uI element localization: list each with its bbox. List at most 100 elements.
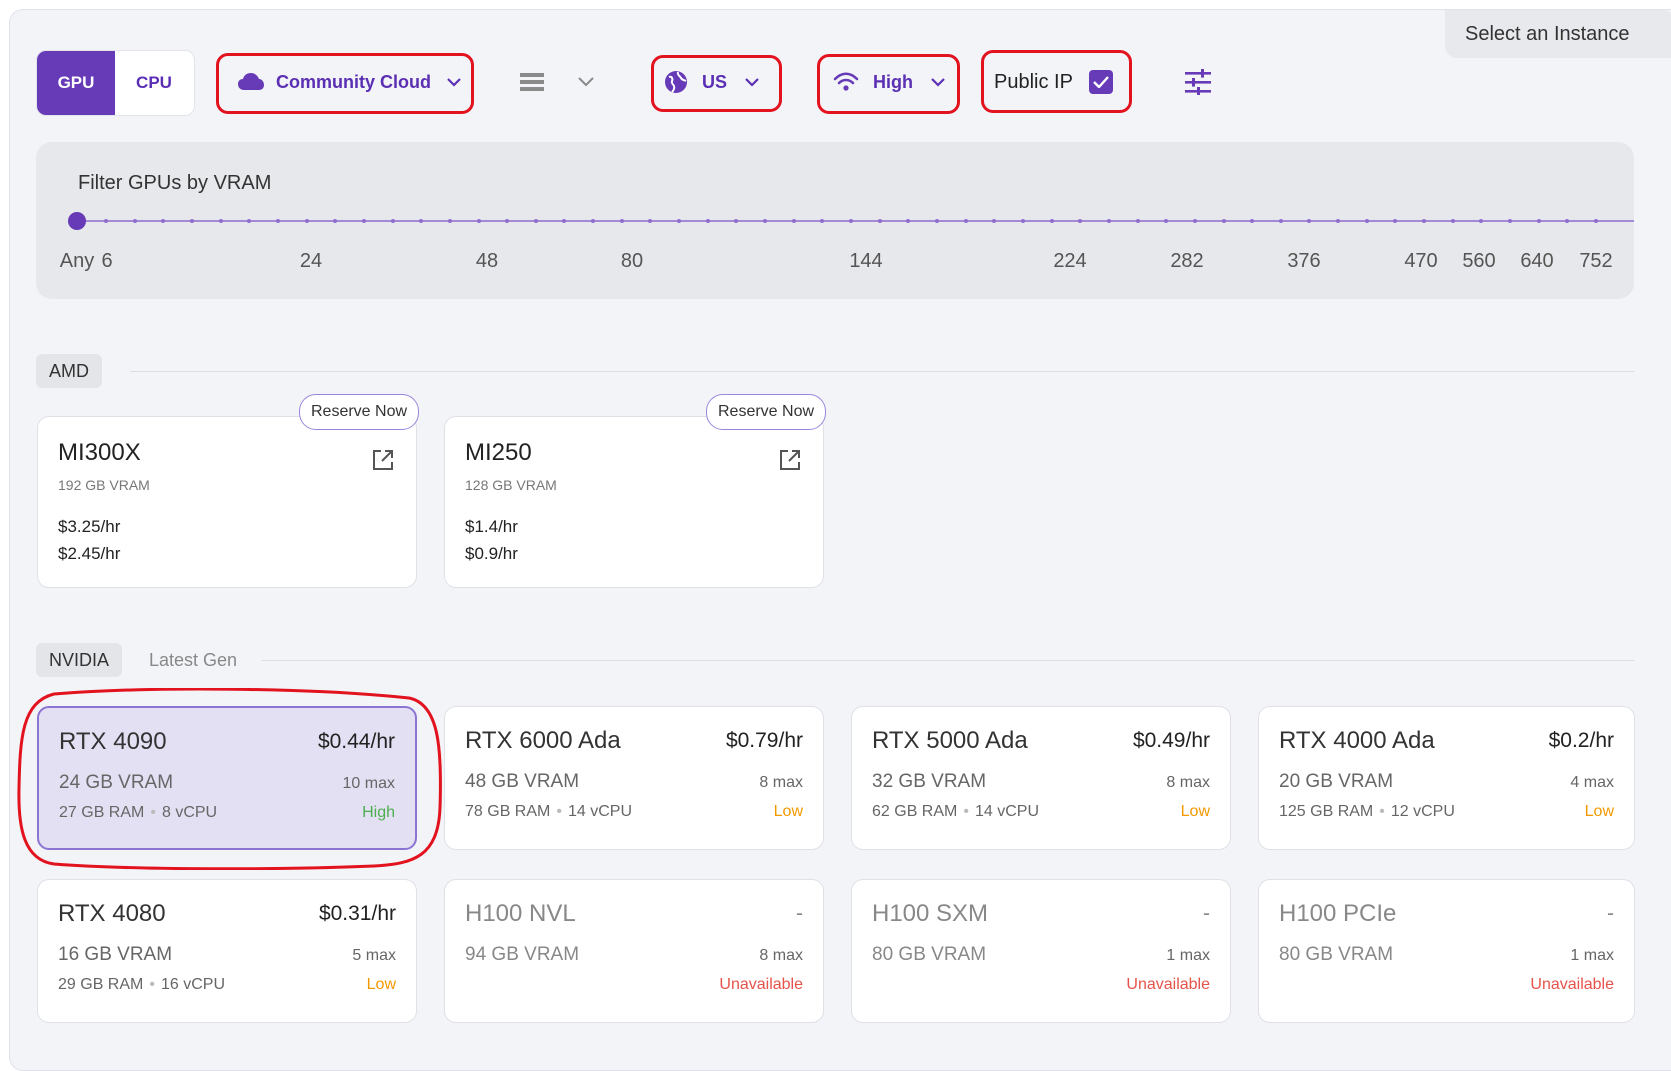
vram-slider-step <box>1250 219 1255 223</box>
gpu-vram: 48 GB VRAM <box>465 771 580 792</box>
vram-slider-step <box>304 219 309 223</box>
availability-badge: Unavailable <box>1126 976 1210 993</box>
vram-slider-step <box>1450 219 1455 223</box>
vram-tick: 470 <box>1404 250 1438 272</box>
gpu-specs: 78 GB RAM • 14 vCPU <box>465 803 632 820</box>
vram-slider-step <box>104 219 108 223</box>
gpu-ram: 29 GB RAM <box>58 976 144 993</box>
gpu-max: 5 max <box>352 947 396 964</box>
gpu-card-rtx-4000-ada[interactable]: RTX 4000 Ada $0.2/hr 20 GB VRAM 4 max 12… <box>1258 706 1635 850</box>
gpu-card-mi250[interactable]: MI250 128 GB VRAM $1.4/hr $0.9/hr <box>444 416 824 588</box>
filter-settings-icon[interactable] <box>1185 69 1211 100</box>
vram-slider-step <box>934 219 939 223</box>
vram-slider-step <box>677 219 682 223</box>
vram-tick: 80 <box>620 250 644 272</box>
vram-slider-step <box>877 219 882 223</box>
gpu-vcpu: 14 vCPU <box>567 803 632 820</box>
vram-slider-step <box>820 219 825 223</box>
external-link-icon[interactable] <box>779 449 801 476</box>
wifi-icon <box>833 72 859 92</box>
select-instance-label: Select an Instance <box>1445 10 1671 58</box>
vram-tick: 24 <box>299 250 323 272</box>
region-dropdown[interactable]: US <box>664 66 759 98</box>
gpu-card-h100-sxm[interactable]: H100 SXM - 80 GB VRAM 1 max Unavailable <box>851 879 1231 1023</box>
gpu-ram: 78 GB RAM <box>465 803 551 820</box>
gpu-max: 8 max <box>1166 774 1210 791</box>
external-link-icon[interactable] <box>372 449 394 476</box>
reserve-now-button[interactable]: Reserve Now <box>706 394 827 430</box>
vram-tick: 144 <box>849 250 883 272</box>
vram-slider-step <box>1422 219 1427 223</box>
list-view-dropdown[interactable] <box>520 70 594 94</box>
availability-badge: Low <box>773 803 803 820</box>
public-ip-label: Public IP <box>994 70 1073 93</box>
gpu-card-rtx-4080[interactable]: RTX 4080 $0.31/hr 16 GB VRAM 5 max 29 GB… <box>37 879 417 1023</box>
public-ip-checkbox[interactable] <box>1088 70 1113 94</box>
gpu-vram: 192 GB VRAM <box>58 477 150 493</box>
vram-slider-step <box>992 219 997 223</box>
gpu-price: $0.31/hr <box>318 902 396 925</box>
vram-tick: 376 <box>1287 250 1321 272</box>
public-ip-filter[interactable]: Public IP <box>994 66 1113 98</box>
vram-slider-step <box>1479 219 1484 223</box>
vram-slider-step <box>1565 219 1570 223</box>
section-divider <box>262 660 1634 661</box>
vram-slider-step <box>390 219 395 223</box>
vram-filter-panel: Filter GPUs by VRAM Any 6 24 48 80 144 2… <box>36 142 1634 299</box>
gpu-card-rtx-6000-ada[interactable]: RTX 6000 Ada $0.79/hr 48 GB VRAM 8 max 7… <box>444 706 824 850</box>
vram-tick: 48 <box>475 250 499 272</box>
gpu-card-mi300x[interactable]: MI300X 192 GB VRAM $3.25/hr $2.45/hr <box>37 416 417 588</box>
gpu-specs: 62 GB RAM • 14 vCPU <box>872 803 1039 820</box>
vram-slider-step <box>1020 219 1025 223</box>
cloud-type-dropdown[interactable]: Community Cloud <box>238 66 461 98</box>
globe-icon <box>664 70 688 94</box>
availability-badge: Low <box>366 976 396 993</box>
gpu-vram: 128 GB VRAM <box>465 477 557 493</box>
gpu-card-h100-pcie[interactable]: H100 PCIe - 80 GB VRAM 1 max Unavailable <box>1258 879 1635 1023</box>
cpu-toggle-button[interactable]: CPU <box>115 51 193 115</box>
gpu-price: $0.79/hr <box>725 729 803 752</box>
gpu-ram: 125 GB RAM <box>1279 803 1374 820</box>
gpu-vram: 94 GB VRAM <box>465 944 580 965</box>
gpu-card-rtx-5000-ada[interactable]: RTX 5000 Ada $0.49/hr 32 GB VRAM 8 max 6… <box>851 706 1231 850</box>
vram-tick: Any <box>59 250 95 272</box>
gpu-name: RTX 4000 Ada <box>1279 727 1435 754</box>
gpu-specs: 29 GB RAM • 16 vCPU <box>58 976 225 993</box>
vram-tick: 640 <box>1520 250 1554 272</box>
vram-slider-step <box>361 219 366 223</box>
availability-badge: Low <box>1180 803 1210 820</box>
gpu-name: RTX 6000 Ada <box>465 727 621 754</box>
gpu-vcpu: 14 vCPU <box>974 803 1039 820</box>
tab-latest-gen[interactable]: Latest Gen <box>136 643 250 677</box>
gpu-price: $1.4/hr <box>465 517 518 536</box>
vram-tick: 6 <box>101 250 113 272</box>
vram-slider-step <box>1192 219 1197 223</box>
gpu-card-h100-nvl[interactable]: H100 NVL - 94 GB VRAM 8 max Unavailable <box>444 879 824 1023</box>
vram-slider-step <box>1393 219 1398 223</box>
gpu-name: H100 SXM <box>872 900 989 927</box>
gpu-vcpu: 16 vCPU <box>160 976 225 993</box>
gpu-name: RTX 5000 Ada <box>872 727 1028 754</box>
gpu-name: H100 PCIe <box>1279 900 1397 927</box>
reserve-now-button[interactable]: Reserve Now <box>299 394 420 430</box>
network-dropdown[interactable]: High <box>833 66 945 98</box>
vram-slider-step <box>419 219 424 223</box>
availability-badge: Unavailable <box>719 976 803 993</box>
gpu-price: - <box>796 902 803 925</box>
vram-slider-step <box>619 219 624 223</box>
vram-slider-thumb[interactable] <box>68 212 86 230</box>
vram-slider-step <box>562 219 567 223</box>
vram-slider-step <box>218 219 223 223</box>
vram-slider-step <box>1336 219 1341 223</box>
gpu-price: $0.2/hr <box>1548 729 1614 752</box>
section-tag-nvidia[interactable]: NVIDIA <box>36 643 123 677</box>
gpu-name: MI300X <box>58 439 141 466</box>
vram-tick: 752 <box>1579 250 1613 272</box>
vram-slider-step <box>247 219 252 223</box>
vram-slider-step <box>1049 219 1054 223</box>
vram-slider-track[interactable] <box>76 220 1634 222</box>
gpu-toggle-button[interactable]: GPU <box>37 51 115 115</box>
gpu-name: RTX 4080 <box>58 900 166 927</box>
vram-slider-step <box>1135 219 1140 223</box>
vram-slider-step <box>1594 219 1598 223</box>
